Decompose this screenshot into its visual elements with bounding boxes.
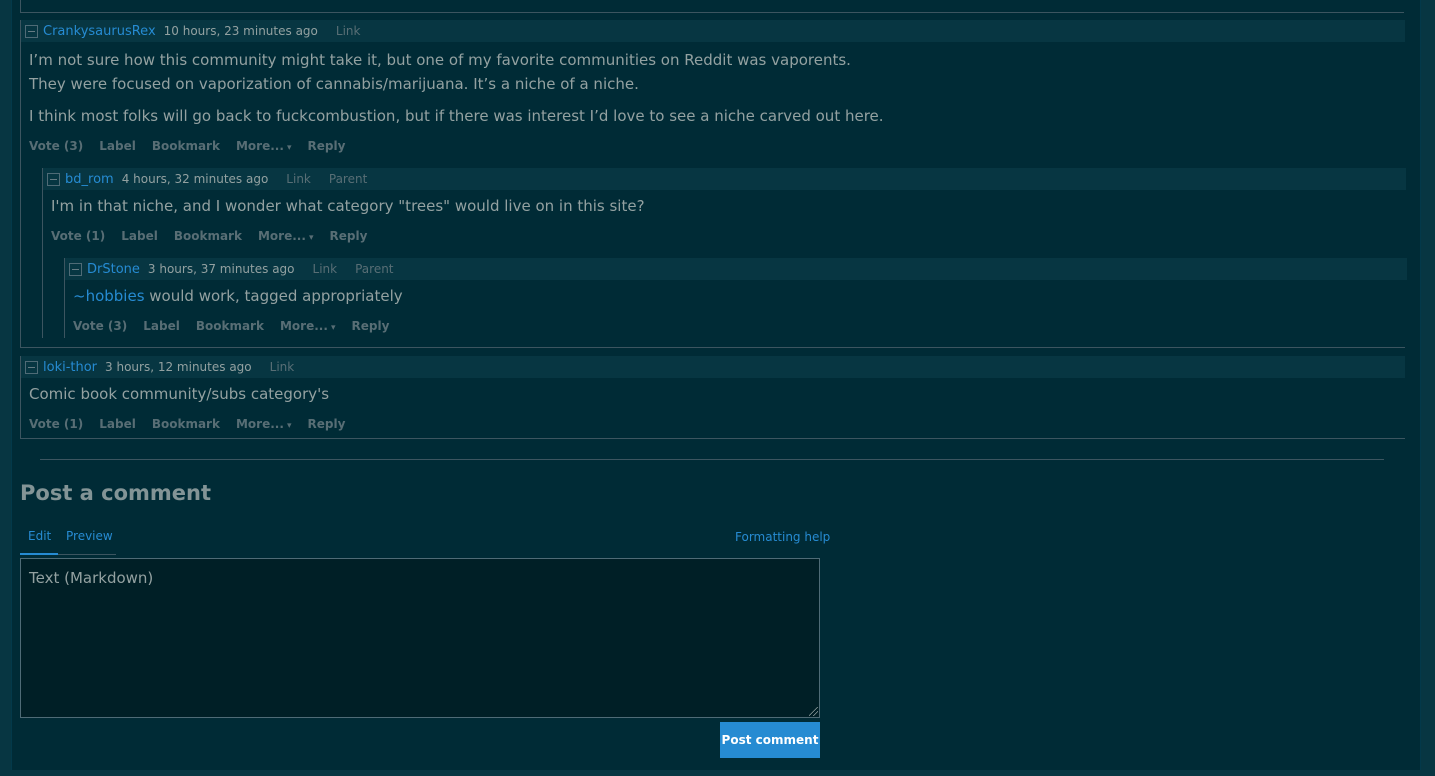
permalink[interactable]: Link — [270, 360, 295, 374]
right-scroll-area — [1420, 0, 1435, 776]
comment-time[interactable]: 10 hours, 23 minutes ago — [164, 24, 318, 38]
more-menu-button[interactable]: More... — [280, 319, 336, 333]
comment-time[interactable]: 3 hours, 12 minutes ago — [105, 360, 252, 374]
group-tag-link[interactable]: ~hobbies — [73, 287, 145, 305]
comment-actions: Vote (3) Label Bookmark More... Reply — [29, 139, 361, 153]
comment-time[interactable]: 3 hours, 37 minutes ago — [148, 262, 295, 276]
vote-button[interactable]: Vote (3) — [73, 319, 127, 333]
bookmark-button[interactable]: Bookmark — [174, 229, 242, 243]
comment-header: DrStone 3 hours, 37 minutes ago Link Par… — [65, 258, 1407, 280]
comment-header: bd_rom 4 hours, 32 minutes ago Link Pare… — [43, 168, 1406, 190]
reply-button[interactable]: Reply — [330, 229, 368, 243]
comment-header: CrankysaurusRex 10 hours, 23 minutes ago… — [21, 20, 1405, 42]
section-divider — [40, 459, 1384, 460]
collapse-icon[interactable] — [47, 172, 60, 186]
comment-author[interactable]: bd_rom — [65, 172, 114, 187]
post-comment-heading: Post a comment — [20, 481, 212, 505]
comment-text: ~hobbies would work, tagged appropriatel… — [73, 284, 403, 308]
comment-loki-thor: loki-thor 3 hours, 12 minutes ago Link C… — [20, 356, 1405, 439]
comment-text-line: I’m not sure how this community might ta… — [29, 51, 851, 69]
comment-drstone: DrStone 3 hours, 37 minutes ago Link Par… — [64, 258, 1407, 338]
reply-button[interactable]: Reply — [308, 139, 346, 153]
comment-text-rest: would work, tagged appropriately — [144, 287, 403, 305]
comment-text: Comic book community/subs category's — [29, 385, 330, 403]
comment-text: I'm in that niche, and I wonder what cat… — [51, 197, 645, 215]
textarea-placeholder: Text (Markdown) — [29, 569, 154, 587]
permalink[interactable]: Link — [286, 172, 311, 186]
bookmark-button[interactable]: Bookmark — [196, 319, 264, 333]
collapse-icon[interactable] — [25, 360, 38, 374]
parent-link[interactable]: Parent — [355, 262, 393, 276]
comment-actions: Vote (1) Label Bookmark More... Reply — [51, 229, 383, 243]
bottom-edge — [0, 770, 1435, 776]
reply-button[interactable]: Reply — [352, 319, 390, 333]
vote-button[interactable]: Vote (3) — [29, 139, 83, 153]
comment-author[interactable]: CrankysaurusRex — [43, 24, 156, 39]
tab-edit[interactable]: Edit — [19, 529, 59, 555]
collapse-icon[interactable] — [69, 262, 82, 276]
comment-crankysaurusrex: CrankysaurusRex 10 hours, 23 minutes ago… — [20, 20, 1407, 348]
bookmark-button[interactable]: Bookmark — [152, 139, 220, 153]
more-menu-button[interactable]: More... — [236, 139, 292, 153]
comment-header: loki-thor 3 hours, 12 minutes ago Link — [21, 356, 1405, 378]
comment-text-line: They were focused on vaporization of can… — [29, 75, 639, 93]
permalink[interactable]: Link — [313, 262, 338, 276]
reply-button[interactable]: Reply — [308, 417, 346, 431]
editor-tabs: Edit Preview — [19, 526, 116, 555]
more-menu-button[interactable]: More... — [258, 229, 314, 243]
comment-author[interactable]: DrStone — [87, 262, 140, 277]
post-comment-button[interactable]: Post comment — [720, 722, 820, 758]
resize-handle-icon[interactable] — [809, 707, 818, 716]
bookmark-button[interactable]: Bookmark — [152, 417, 220, 431]
comment-time[interactable]: 4 hours, 32 minutes ago — [122, 172, 269, 186]
left-margin — [0, 0, 11, 776]
permalink[interactable]: Link — [336, 24, 361, 38]
label-button[interactable]: Label — [121, 229, 158, 243]
comment-actions: Vote (3) Label Bookmark More... Reply — [73, 319, 405, 333]
vote-button[interactable]: Vote (1) — [51, 229, 105, 243]
vote-button[interactable]: Vote (1) — [29, 417, 83, 431]
comment-actions: Vote (1) Label Bookmark More... Reply — [29, 417, 361, 431]
parent-link[interactable]: Parent — [329, 172, 367, 186]
previous-comment-edge — [20, 0, 1404, 13]
label-button[interactable]: Label — [99, 139, 136, 153]
comment-text-paragraph: I think most folks will go back to fuckc… — [29, 107, 884, 125]
comment-bd-rom: bd_rom 4 hours, 32 minutes ago Link Pare… — [42, 168, 1407, 338]
collapse-icon[interactable] — [25, 24, 38, 38]
label-button[interactable]: Label — [99, 417, 136, 431]
comment-textarea[interactable]: Text (Markdown) — [20, 558, 820, 718]
label-button[interactable]: Label — [143, 319, 180, 333]
more-menu-button[interactable]: More... — [236, 417, 292, 431]
formatting-help-link[interactable]: Formatting help — [735, 530, 830, 544]
tab-preview[interactable]: Preview — [66, 529, 113, 543]
comment-author[interactable]: loki-thor — [43, 360, 97, 375]
